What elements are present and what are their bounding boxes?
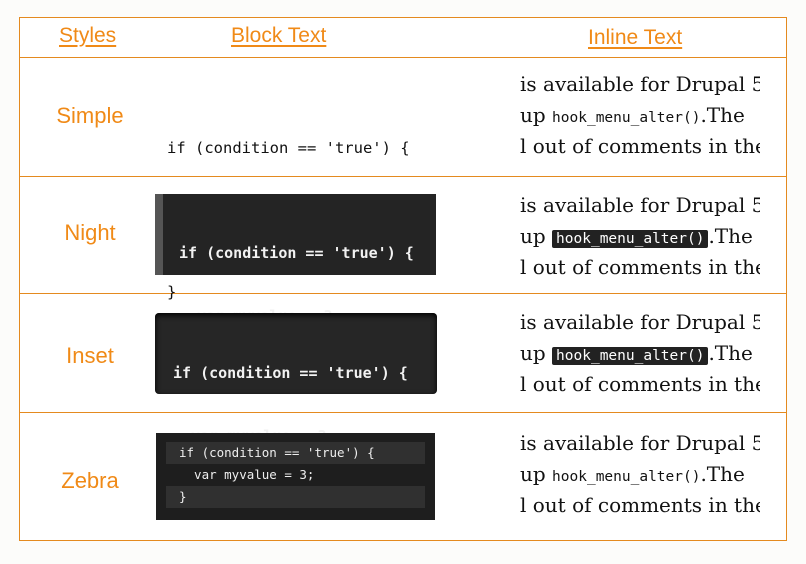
inline-line: l out of comments in the xyxy=(520,372,760,396)
inline-line: l out of comments in the xyxy=(520,493,760,517)
inline-text: .The xyxy=(700,103,745,127)
inline-code: hook_menu_alter() xyxy=(552,230,709,248)
code-block-inset: if (condition == 'true') { var myvalue =… xyxy=(155,313,437,508)
inline-sample-simple: is available for Drupal 5 up hook_menu_a… xyxy=(520,69,760,162)
inline-text: .The xyxy=(708,224,753,248)
code-line: } xyxy=(166,486,425,508)
inline-line: is available for Drupal 5 xyxy=(520,193,760,217)
header-inline-text[interactable]: Inline Text xyxy=(588,26,682,50)
code-block-night: if (condition == 'true') { var myvalue =… xyxy=(155,194,436,388)
header-styles[interactable]: Styles xyxy=(59,24,116,48)
inline-line: is available for Drupal 5 xyxy=(520,310,760,334)
inline-text: .The xyxy=(708,341,753,365)
inline-sample-zebra: is available for Drupal 5 up hook_menu_a… xyxy=(520,428,760,521)
inline-line: is available for Drupal 5 xyxy=(520,431,760,455)
inline-text: up xyxy=(520,341,553,365)
inline-line: up hook_menu_alter().The xyxy=(520,459,760,490)
style-name-zebra: Zebra xyxy=(61,468,119,493)
inline-code: hook_menu_alter() xyxy=(552,110,701,126)
header-divider xyxy=(20,57,786,58)
style-name-night: Night xyxy=(64,220,116,245)
inline-text: up xyxy=(520,462,553,486)
code-line: var myvalue = 3; xyxy=(179,467,315,482)
inline-line: l out of comments in the xyxy=(520,255,760,279)
inline-line: l out of comments in the xyxy=(520,134,760,158)
code-line: if (condition == 'true') { xyxy=(166,442,425,464)
inline-sample-night: is available for Drupal 5 up hook_menu_a… xyxy=(520,190,760,283)
inline-line: up hook_menu_alter().The xyxy=(520,338,760,369)
inline-text: up xyxy=(520,103,553,127)
code-block-zebra: if (condition == 'true') { var myvalue =… xyxy=(156,433,435,520)
inline-line: is available for Drupal 5 xyxy=(520,72,760,96)
code-line: if (condition == 'true') { xyxy=(173,364,408,382)
inline-text: up xyxy=(520,224,553,248)
inline-line: up hook_menu_alter().The xyxy=(520,100,760,131)
inline-text: .The xyxy=(700,462,745,486)
style-name-simple: Simple xyxy=(56,103,124,128)
code-line: if (condition == 'true') { xyxy=(167,139,410,157)
inline-code: hook_menu_alter() xyxy=(552,469,701,485)
style-name-inset: Inset xyxy=(66,343,114,368)
styles-table: Styles Block Text Inline Text Simple Nig… xyxy=(19,17,787,541)
header-block-text[interactable]: Block Text xyxy=(231,24,326,48)
inline-code: hook_menu_alter() xyxy=(552,347,709,365)
code-line: if (condition == 'true') { xyxy=(179,244,414,262)
inline-sample-inset: is available for Drupal 5 up hook_menu_a… xyxy=(520,307,760,400)
inline-line: up hook_menu_alter().The xyxy=(520,221,760,252)
